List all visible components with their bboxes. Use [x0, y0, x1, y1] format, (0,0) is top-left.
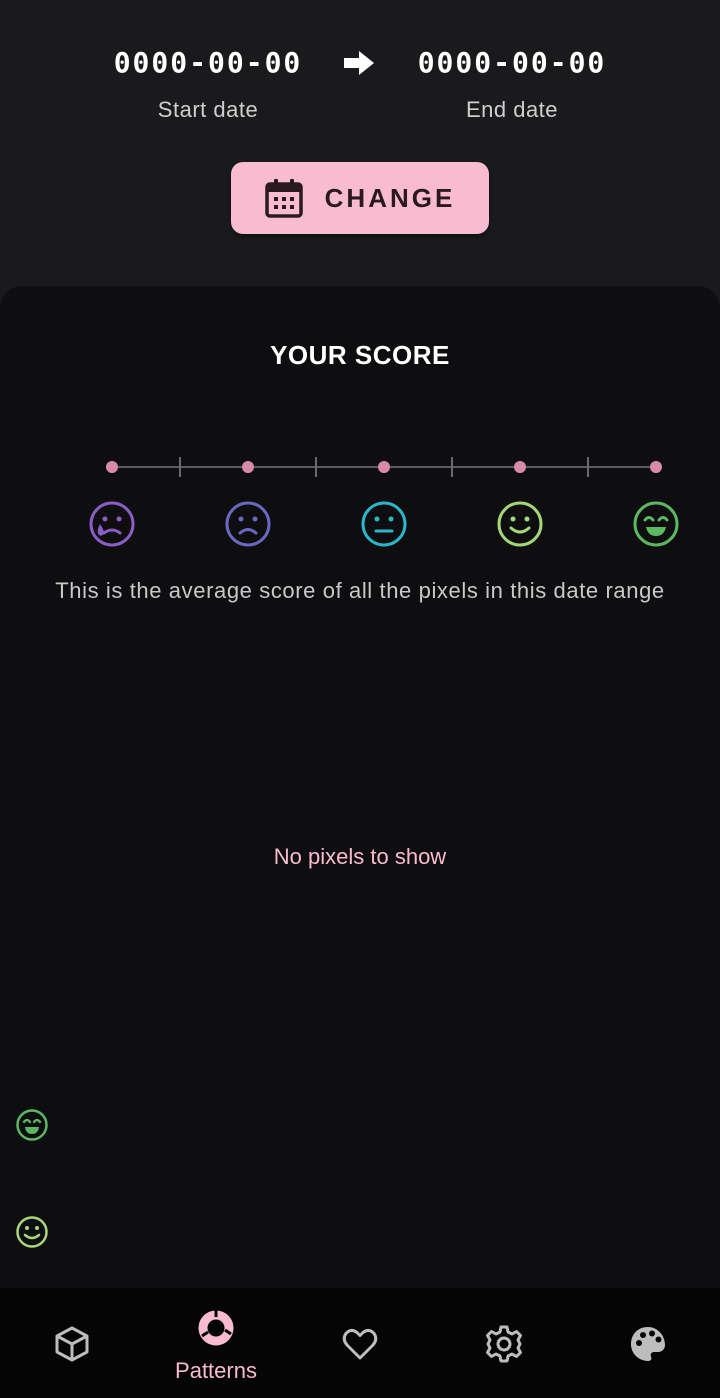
end-date-value: 0000-00-00: [417, 46, 607, 79]
empty-message: No pixels to show: [273, 844, 447, 869]
start-date-value: 0000-00-00: [113, 46, 303, 79]
scale-dot: [242, 461, 254, 473]
scale-dot: [650, 461, 662, 473]
heart-icon: [342, 1329, 378, 1360]
nav-item-themes[interactable]: [576, 1288, 720, 1398]
score-description: This is the average score of all the pix…: [55, 578, 665, 603]
scale-dot: [106, 461, 118, 473]
gear-icon: [486, 1325, 522, 1363]
score-scale: [106, 457, 662, 477]
change-date-button[interactable]: CHANGE: [231, 162, 489, 234]
score-card: [0, 286, 720, 1288]
start-date-label: Start date: [157, 97, 259, 122]
bad-mood-icon: [225, 501, 271, 547]
nav-item-settings[interactable]: [432, 1288, 576, 1398]
scale-dot: [514, 461, 526, 473]
scale-dot: [378, 461, 390, 473]
bottom-nav: Patterns: [0, 1288, 720, 1398]
nav-item-heart[interactable]: [288, 1288, 432, 1398]
nav-item-cube[interactable]: [0, 1288, 144, 1398]
calendar-icon: [264, 179, 303, 218]
patterns-icon: [198, 1310, 234, 1346]
date-range-header: [0, 0, 720, 290]
end-date[interactable]: 0000-00-00 End date: [400, 46, 624, 123]
cube-icon: [55, 1326, 89, 1362]
neutral-mood-icon: [361, 501, 407, 547]
change-button-label: CHANGE: [324, 182, 456, 213]
arrow-right-icon: [344, 51, 374, 75]
nav-item-patterns[interactable]: Patterns: [144, 1288, 288, 1398]
start-date[interactable]: 0000-00-00 Start date: [96, 46, 320, 123]
great-mood-icon: [16, 1109, 48, 1141]
score-title: YOUR SCORE: [270, 340, 450, 370]
awful-mood-icon: [89, 501, 135, 547]
end-date-label: End date: [465, 97, 559, 122]
great-mood-icon: [633, 501, 679, 547]
good-mood-icon: [16, 1216, 48, 1248]
nav-label-patterns: Patterns: [175, 1358, 257, 1383]
palette-icon: [631, 1327, 665, 1361]
good-mood-icon: [497, 501, 543, 547]
